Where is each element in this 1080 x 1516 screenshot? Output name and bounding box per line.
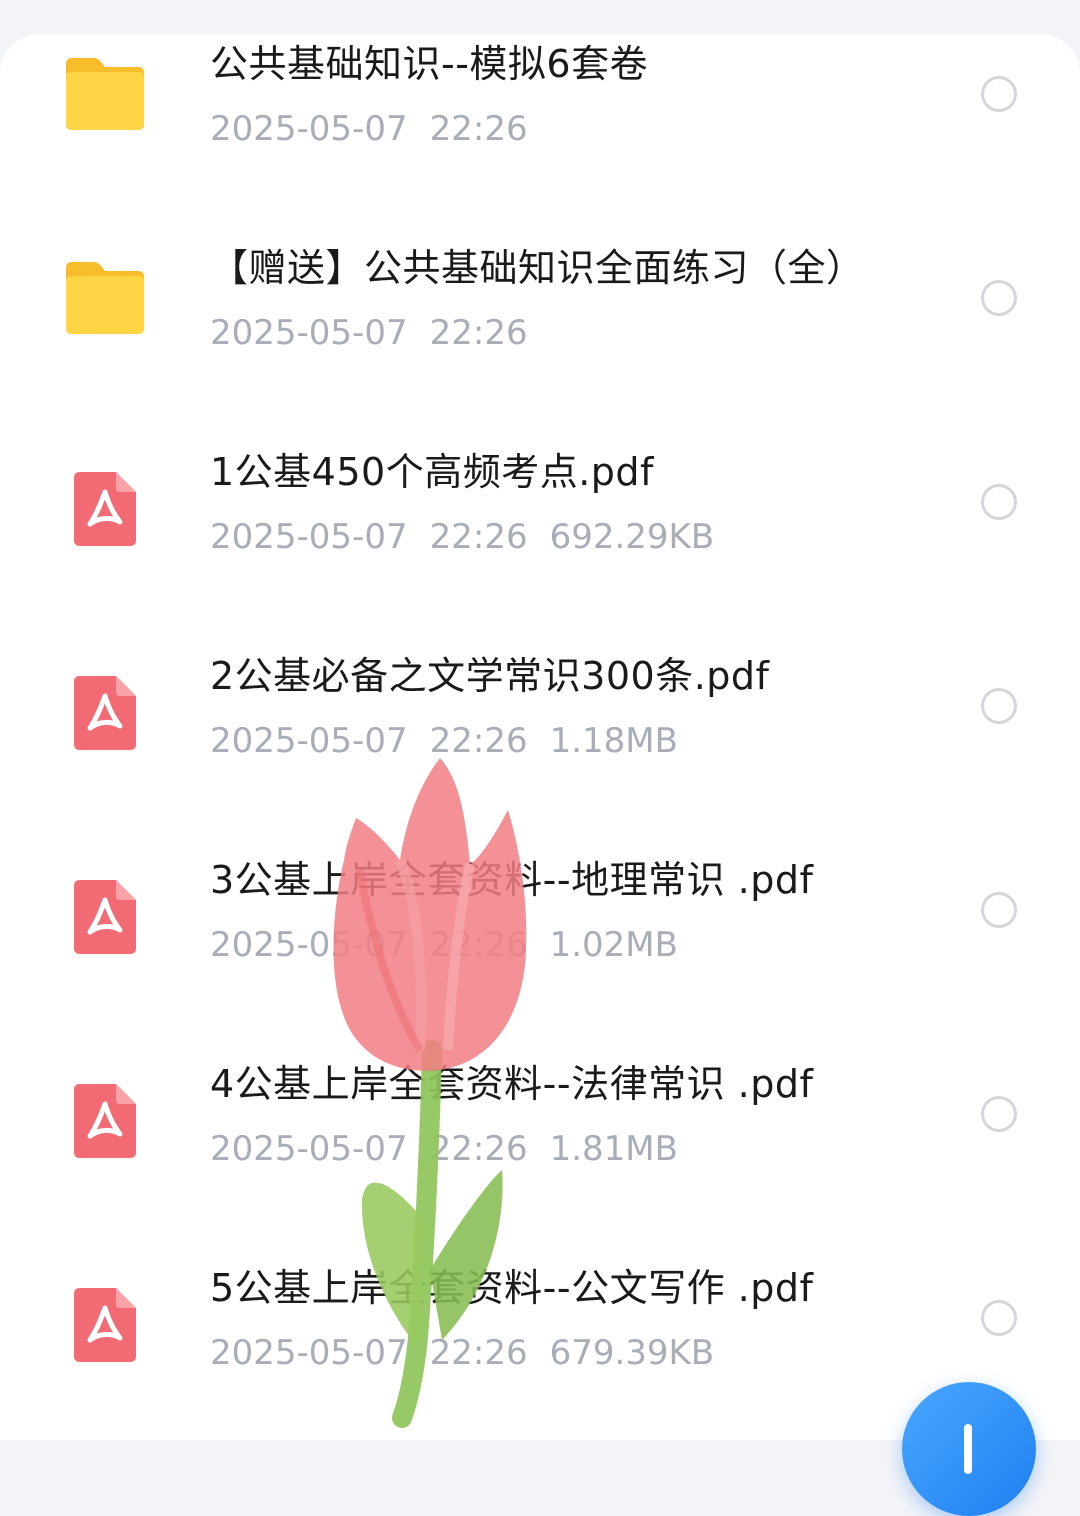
file-name: 【赠送】公共基础知识全面练习（全） — [210, 246, 865, 290]
file-date: 2025-05-07 — [210, 925, 408, 965]
file-name: 4公基上岸全套资料--法律常识 .pdf — [210, 1062, 814, 1106]
file-name: 公共基础知识--模拟6套卷 — [210, 42, 649, 86]
file-meta: 2025-05-07 22:26 692.29KB — [210, 514, 736, 560]
select-checkbox[interactable] — [981, 688, 1017, 724]
select-checkbox[interactable] — [981, 1300, 1017, 1336]
file-list: 公共基础知识--模拟6套卷 2025-05-07 22:26 【赠送】公共基础知识… — [0, 34, 1080, 1428]
pdf-icon — [72, 1286, 138, 1364]
list-item[interactable]: 2公基必备之文学常识300条.pdf 2025-05-07 22:26 1.18MB — [0, 612, 1080, 816]
list-item[interactable]: 【赠送】公共基础知识全面练习（全） 2025-05-07 22:26 — [0, 204, 1080, 408]
file-list-panel: 公共基础知识--模拟6套卷 2025-05-07 22:26 【赠送】公共基础知识… — [0, 34, 1080, 1440]
list-item[interactable]: 公共基础知识--模拟6套卷 2025-05-07 22:26 — [0, 34, 1080, 204]
file-name: 3公基上岸全套资料--地理常识 .pdf — [210, 858, 814, 902]
list-item[interactable]: 4公基上岸全套资料--法律常识 .pdf 2025-05-07 22:26 1.81… — [0, 1020, 1080, 1224]
select-checkbox[interactable] — [981, 484, 1017, 520]
add-button[interactable] — [902, 1382, 1036, 1516]
file-meta: 2025-05-07 22:26 1.18MB — [210, 718, 700, 764]
select-checkbox[interactable] — [981, 76, 1017, 112]
plus-icon — [964, 1424, 972, 1474]
list-item[interactable]: 1公基450个高频考点.pdf 2025-05-07 22:26 692.29KB — [0, 408, 1080, 612]
file-date: 2025-05-07 — [210, 1333, 408, 1373]
pdf-icon — [72, 470, 138, 548]
pdf-icon — [72, 1082, 138, 1160]
file-size: 692.29KB — [549, 517, 715, 557]
file-meta: 2025-05-07 22:26 1.02MB — [210, 922, 700, 968]
file-meta: 2025-05-07 22:26 — [210, 310, 550, 356]
file-date: 2025-05-07 — [210, 313, 408, 353]
file-date: 2025-05-07 — [210, 109, 408, 149]
pdf-icon — [72, 878, 138, 956]
pdf-icon — [72, 674, 138, 752]
file-time: 22:26 — [429, 721, 528, 761]
file-time: 22:26 — [429, 1129, 528, 1169]
file-time: 22:26 — [429, 517, 528, 557]
file-size: 1.81MB — [549, 1129, 678, 1169]
file-date: 2025-05-07 — [210, 517, 408, 557]
select-checkbox[interactable] — [981, 1096, 1017, 1132]
file-meta: 2025-05-07 22:26 679.39KB — [210, 1330, 736, 1376]
file-size: 679.39KB — [549, 1333, 715, 1373]
file-time: 22:26 — [429, 925, 528, 965]
file-name: 2公基必备之文学常识300条.pdf — [210, 654, 770, 698]
list-item[interactable]: 5公基上岸全套资料--公文写作 .pdf 2025-05-07 22:26 679.… — [0, 1224, 1080, 1428]
folder-icon — [62, 258, 148, 338]
select-checkbox[interactable] — [981, 280, 1017, 316]
list-item[interactable]: 3公基上岸全套资料--地理常识 .pdf 2025-05-07 22:26 1.02… — [0, 816, 1080, 1020]
file-time: 22:26 — [429, 109, 528, 149]
file-time: 22:26 — [429, 313, 528, 353]
file-meta: 2025-05-07 22:26 — [210, 106, 550, 152]
file-name: 5公基上岸全套资料--公文写作 .pdf — [210, 1266, 814, 1310]
file-meta: 2025-05-07 22:26 1.81MB — [210, 1126, 700, 1172]
file-date: 2025-05-07 — [210, 721, 408, 761]
file-size: 1.02MB — [549, 925, 678, 965]
file-size: 1.18MB — [549, 721, 678, 761]
select-checkbox[interactable] — [981, 892, 1017, 928]
folder-icon — [62, 54, 148, 134]
file-name: 1公基450个高频考点.pdf — [210, 450, 654, 494]
file-time: 22:26 — [429, 1333, 528, 1373]
file-date: 2025-05-07 — [210, 1129, 408, 1169]
